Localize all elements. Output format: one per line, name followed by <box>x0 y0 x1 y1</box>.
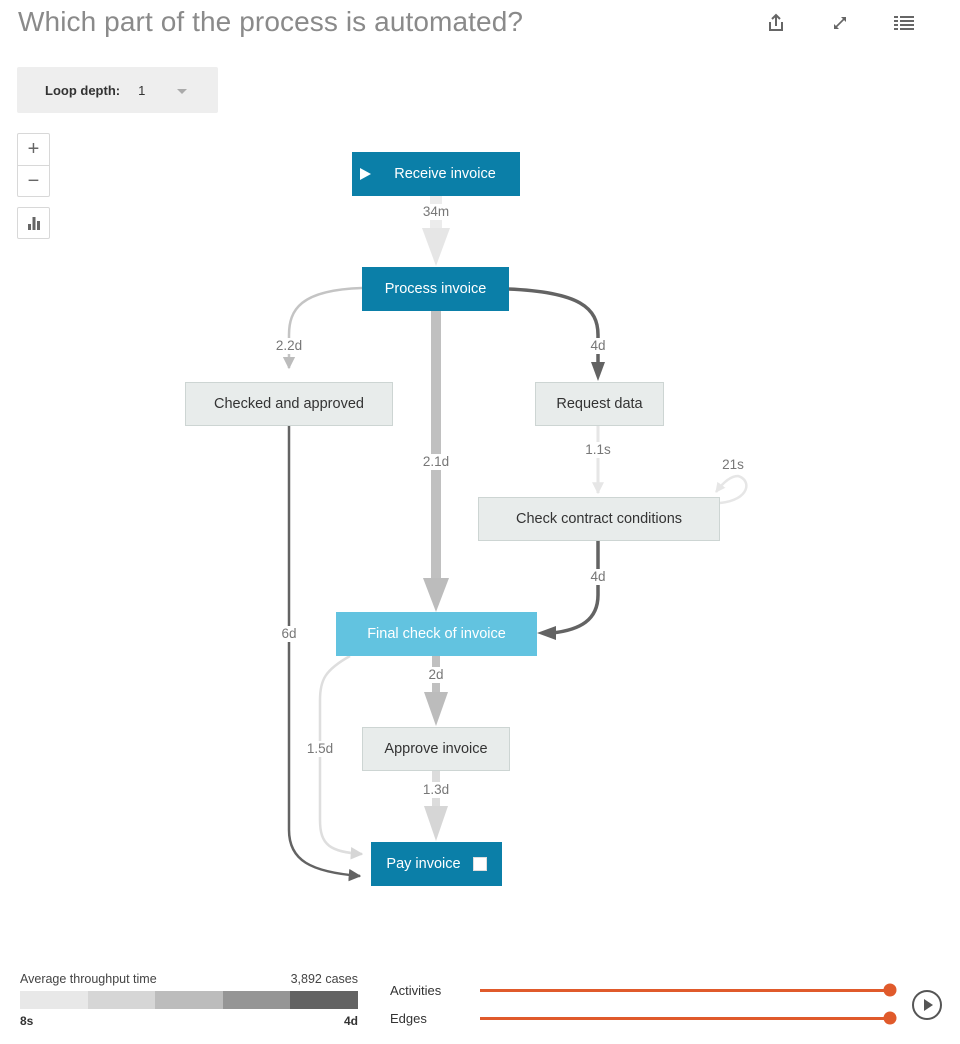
legend-min: 8s <box>20 1014 34 1028</box>
process-map: 34m 2.2d 2.1d 4d 1.1s 21s 4d 6d 2d 1.5d … <box>0 0 960 940</box>
legend-swatch <box>290 991 358 1009</box>
activities-label: Activities <box>390 982 442 998</box>
edge-process-request[interactable] <box>507 287 600 366</box>
case-count: 3,892 cases <box>290 972 358 986</box>
activities-slider[interactable] <box>480 983 897 997</box>
legend-title: Average throughput time <box>20 972 157 986</box>
node-label: Request data <box>556 396 643 412</box>
node-label: Check contract conditions <box>515 511 683 527</box>
start-icon <box>360 168 371 180</box>
edge-label: 34m <box>420 204 452 220</box>
edge-process-request-arrow <box>591 362 605 381</box>
edge-label: 2.2d <box>273 338 305 354</box>
node-check-contract-conditions[interactable]: Check contract conditions <box>478 497 720 541</box>
legend-color-scale <box>20 991 358 1009</box>
end-icon <box>472 857 487 871</box>
node-final-check-of-invoice[interactable]: Final check of invoice <box>336 612 537 656</box>
edge-approve-pay-arrow <box>424 806 448 841</box>
edges-label: Edges <box>390 1010 427 1026</box>
legend-swatch <box>155 991 223 1009</box>
node-receive-invoice[interactable]: Receive invoice <box>352 152 520 196</box>
edges-slider[interactable] <box>480 1011 897 1025</box>
node-label: Pay invoice <box>386 856 461 872</box>
node-checked-and-approved[interactable]: Checked and approved <box>185 382 393 426</box>
node-approve-invoice[interactable]: Approve invoice <box>362 727 510 771</box>
node-label: Receive invoice <box>394 166 496 182</box>
legend-max: 4d <box>343 1014 358 1028</box>
edge-process-final-arrow <box>423 578 449 612</box>
throughput-legend: Average throughput time 3,892 cases 8s 4… <box>20 972 358 1028</box>
edge-contract-final-arrow <box>537 626 556 640</box>
edge-contract-loop[interactable] <box>715 474 748 505</box>
node-request-data[interactable]: Request data <box>535 382 664 426</box>
edge-receive-process-arrow <box>422 228 450 266</box>
edge-label: 4d <box>588 569 608 585</box>
edge-label: 4d <box>588 338 608 354</box>
edge-label: 21s <box>720 457 746 473</box>
node-label: Process invoice <box>384 281 487 297</box>
edge-label: 1.3d <box>420 782 452 798</box>
edge-label: 1.1s <box>583 442 613 458</box>
edge-final-approve-arrow <box>424 692 448 726</box>
node-label: Final check of invoice <box>367 626 506 642</box>
edges-slider-row: Edges <box>390 1004 910 1032</box>
legend-swatch <box>87 991 156 1009</box>
edge-process-checked[interactable] <box>282 286 363 370</box>
node-label: Checked and approved <box>214 396 364 412</box>
node-process-invoice[interactable]: Process invoice <box>362 267 509 311</box>
node-label: Approve invoice <box>384 741 488 757</box>
edge-label: 6d <box>279 626 299 642</box>
activities-slider-thumb[interactable] <box>883 983 897 997</box>
edge-label: 2.1d <box>420 454 452 470</box>
filter-sliders: Activities Edges <box>390 976 910 1032</box>
edge-label: 1.5d <box>304 741 336 757</box>
node-pay-invoice[interactable]: Pay invoice <box>371 842 502 886</box>
legend-swatch <box>222 991 291 1009</box>
edge-contract-final[interactable] <box>551 541 600 635</box>
edge-label: 2d <box>426 667 446 683</box>
play-icon <box>924 999 933 1011</box>
edges-layer <box>282 196 748 882</box>
play-animation-button[interactable] <box>912 990 942 1020</box>
edges-slider-thumb[interactable] <box>883 1011 897 1025</box>
legend-swatch <box>20 991 88 1009</box>
activities-slider-row: Activities <box>390 976 910 1004</box>
